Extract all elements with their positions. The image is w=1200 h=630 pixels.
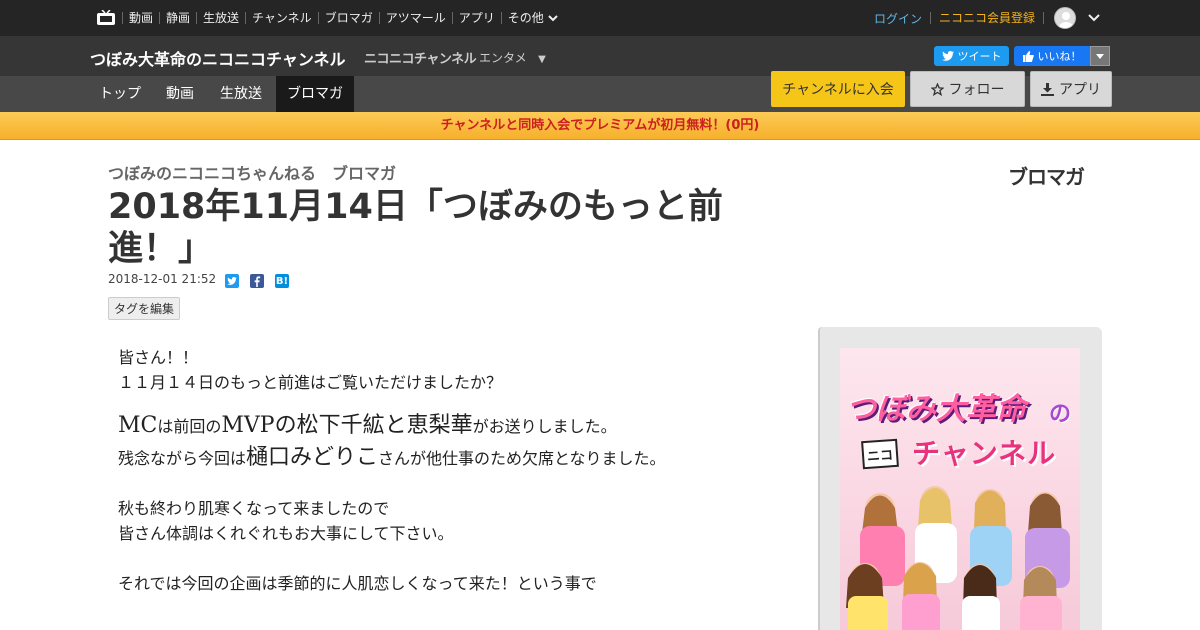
global-menu-more-label: その他: [507, 11, 544, 25]
global-menu-app[interactable]: アプリ: [451, 12, 501, 24]
divider: [1043, 12, 1044, 24]
tab-blomaga[interactable]: ブロマガ: [276, 76, 354, 112]
share-hatena-icon[interactable]: B!: [275, 274, 289, 288]
body-emphasis: MC: [118, 413, 158, 438]
thumbnail-nico-badge: ニコ: [861, 438, 899, 470]
global-menu-channel[interactable]: チャンネル: [245, 12, 318, 24]
genre-label: エンタメ: [479, 51, 527, 65]
global-menu-douga[interactable]: 動画: [122, 12, 159, 24]
twitter-icon: [941, 51, 954, 61]
premium-promo-banner[interactable]: チャンネルと同時入会でプレミアムが初月無料！(0円): [0, 112, 1200, 140]
niconico-tv-icon[interactable]: [97, 10, 115, 25]
niconico-channel-logo[interactable]: ニコニコチャンネル: [364, 48, 477, 67]
body-text: 残念ながら今回は: [118, 449, 247, 468]
global-menu-seiga[interactable]: 静画: [159, 12, 196, 24]
app-label: アプリ: [1059, 82, 1101, 98]
body-emphasis: 樋口みどりこ: [246, 445, 379, 470]
channel-name[interactable]: つぼみ大革命のニコニコチャンネル: [90, 46, 346, 70]
follow-label: フォロー: [948, 82, 1005, 98]
chevron-down-icon[interactable]: [1088, 14, 1100, 22]
channel-thumbnail[interactable]: つぼみ大革命 の ニコ チャンネル: [840, 348, 1080, 630]
article-date: 2018-12-01 21:52: [108, 272, 217, 286]
global-menu-live[interactable]: 生放送: [196, 12, 245, 24]
tab-top[interactable]: トップ: [88, 76, 152, 112]
article-title: 2018年11月14日「つぼみのもっと前進！」: [108, 187, 723, 269]
body-line: 残念ながら今回は樋口みどりこさんが他仕事のため欠席となりました。: [118, 445, 778, 471]
login-link[interactable]: ログイン: [874, 10, 930, 27]
app-download-button[interactable]: アプリ: [1030, 71, 1112, 107]
global-menu-more[interactable]: その他: [500, 11, 564, 25]
like-dropdown[interactable]: [1090, 46, 1110, 66]
download-icon: [1041, 82, 1054, 96]
account-area: ログイン ニコニコ会員登録: [874, 0, 1100, 36]
tweet-button[interactable]: ツイート: [934, 46, 1009, 66]
global-menu-blomaga[interactable]: ブロマガ: [317, 12, 379, 24]
edit-tags-button[interactable]: タグを編集: [108, 297, 180, 320]
caret-down-icon: [1096, 53, 1104, 59]
body-line: 皆さん体調はくれぐれもお大事にして下さい。: [118, 524, 454, 543]
body-text: がお送りしました。: [472, 417, 617, 436]
like-label: いいね！: [1037, 50, 1082, 63]
channel-genre[interactable]: エンタメ ▼: [479, 49, 546, 66]
body-line: 皆さん！！: [118, 348, 199, 367]
user-icon: [1059, 12, 1073, 28]
article-body: 皆さん！！ １１月１４日のもっと前進はご覧いただけましたか？ MCは前回のMVP…: [118, 345, 778, 596]
body-text: は前回の: [157, 417, 222, 436]
join-channel-button[interactable]: チャンネルに入会: [771, 71, 905, 107]
thumbnail-channel-text: チャンネル: [912, 437, 1057, 470]
body-line: 秋も終わり肌寒くなって来ましたので: [118, 499, 390, 518]
body-line: それでは今回の企画は季節的に人肌恋しくなって来た！という事で: [118, 574, 597, 593]
group-photo-illustration: [846, 486, 1070, 630]
global-nav-bar: 動画 静画 生放送 チャンネル ブロマガ アツマール アプリ その他 ログイン …: [0, 0, 1200, 36]
global-menu-atsumaru[interactable]: アツマール: [378, 12, 452, 24]
share-facebook-icon[interactable]: [250, 274, 264, 288]
body-text: さんが他仕事のため欠席となりました。: [378, 449, 666, 468]
tab-douga[interactable]: 動画: [155, 76, 205, 112]
thumbs-up-icon: [1022, 50, 1034, 62]
tab-live[interactable]: 生放送: [209, 76, 273, 112]
facebook-like-button[interactable]: いいね！: [1014, 46, 1090, 66]
breadcrumb-blomaga-link[interactable]: ブロマガ: [332, 164, 396, 183]
thumbnail-no: の: [1049, 402, 1072, 427]
avatar[interactable]: [1054, 7, 1076, 29]
register-link[interactable]: ニコニコ会員登録: [929, 12, 1043, 24]
star-icon: [930, 82, 944, 96]
share-twitter-icon[interactable]: [225, 274, 239, 288]
global-menu: 動画 静画 生放送 チャンネル ブロマガ アツマール アプリ その他: [122, 0, 564, 36]
body-emphasis: MVPの松下千絋と恵梨華: [221, 413, 473, 438]
follow-button[interactable]: フォロー: [910, 71, 1025, 107]
chevron-down-icon: [548, 14, 558, 21]
channel-header: つぼみ大革命のニコニコチャンネル ニコニコチャンネル エンタメ ▼ ツイート い…: [0, 36, 1200, 76]
tweet-label: ツイート: [957, 50, 1002, 63]
breadcrumb: つぼみのニコニコちゃんねる ブロマガ: [108, 160, 396, 184]
thumbnail-title: つぼみ大革命: [846, 392, 1026, 427]
body-line: １１月１４日のもっと前進はご覧いただけましたか？: [118, 373, 503, 392]
genre-dropdown-arrow: ▼: [538, 54, 546, 65]
body-line: MCは前回のMVPの松下千絋と恵梨華がお送りしました。: [118, 413, 778, 439]
breadcrumb-channel-link[interactable]: つぼみのニコニコちゃんねる: [108, 164, 316, 183]
blomaga-logo[interactable]: ブロマガ: [1008, 161, 1085, 190]
